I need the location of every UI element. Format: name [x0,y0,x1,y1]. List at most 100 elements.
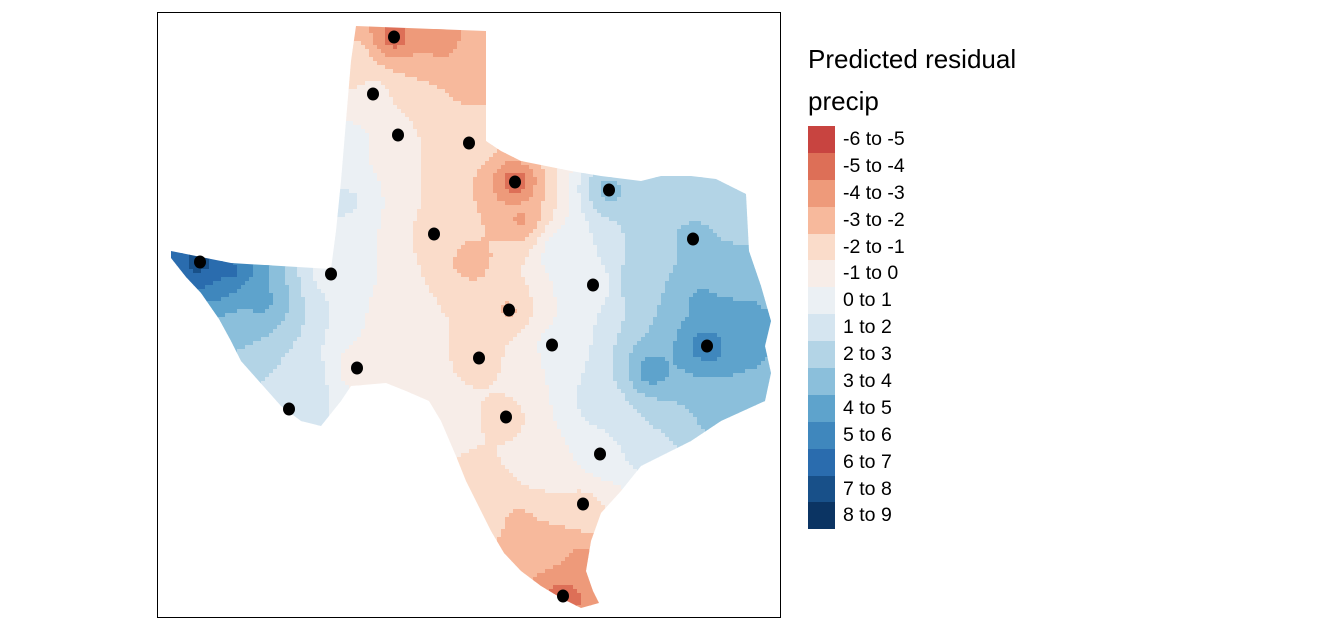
contour-cell [549,325,594,330]
station-point [388,30,400,44]
contour-cell [373,169,422,174]
contour-cell [209,189,242,194]
contour-cell [171,485,286,490]
contour-cell [757,301,771,306]
contour-cell [281,361,326,366]
contour-cell [417,133,558,138]
contour-cell [701,609,766,614]
contour-cell [641,501,694,506]
contour-cell [329,325,366,330]
contour-cell [209,265,238,270]
contour-cell [309,461,366,466]
contour-cell [305,317,330,322]
contour-cell [305,465,366,470]
contour-cell [525,177,538,182]
legend-label: -4 to -3 [843,181,905,204]
contour-cell [171,429,210,434]
contour-cell [171,337,262,342]
contour-cell [685,405,771,410]
contour-cell [557,169,574,174]
contour-cell [509,69,570,74]
contour-cell [661,293,694,298]
contour-cell [297,473,362,478]
contour-cell [317,445,370,450]
contour-cell [653,597,698,602]
contour-cell [525,417,554,422]
contour-cell [453,49,514,54]
contour-cell [257,509,346,514]
contour-cell [171,605,290,608]
contour-cell [321,353,342,358]
contour-cell [373,429,482,434]
legend-swatch [808,448,835,476]
contour-cell [581,465,634,470]
legend-label: 2 to 3 [843,343,892,366]
contour-cell [213,145,258,150]
contour-cell [641,105,738,110]
contour-cell [449,333,518,338]
contour-cell [641,373,670,378]
contour-cell [301,73,406,78]
contour-cell [589,353,614,358]
contour-cell [171,145,214,150]
contour-cell [237,129,366,134]
contour-cell [685,453,771,458]
contour-cell [453,97,494,102]
contour-cell [541,333,594,338]
contour-cell [645,585,690,590]
contour-cell [273,113,406,118]
contour-cell [453,257,490,262]
contour-cell [777,493,782,498]
contour-cell [581,413,642,418]
contour-cell [557,185,570,190]
contour-cell [221,217,246,222]
contour-cell [657,141,771,146]
contour-cell [171,277,222,282]
contour-cell [405,113,558,118]
contour-cell [733,241,771,246]
contour-cell [557,425,598,430]
contour-cell [405,73,510,78]
contour-cell [569,65,622,70]
contour-cell [749,533,771,538]
contour-cell [481,401,518,406]
contour-cell [333,533,414,538]
contour-cell [221,117,282,122]
contour-cell [171,313,226,318]
contour-cell [297,249,322,254]
contour-cell [205,229,238,234]
contour-cell [373,57,514,62]
contour-cell [457,41,514,46]
contour-cell [613,81,666,86]
contour-cell [581,181,590,186]
contour-cell [197,45,274,50]
contour-cell [161,21,178,26]
contour-cell [689,457,771,462]
contour-cell [777,325,782,330]
station-point [546,338,558,352]
contour-cell [265,249,282,254]
contour-cell [645,581,686,586]
contour-cell [577,49,630,54]
contour-cell [525,277,550,282]
contour-cell [171,385,258,390]
contour-cell [221,357,282,362]
contour-cell [677,229,714,234]
contour-cell [171,325,198,330]
contour-cell [257,101,394,106]
contour-cell [325,381,346,386]
contour-cell [605,577,642,582]
contour-cell [733,297,771,302]
contour-cell [769,309,771,314]
contour-cell [569,185,578,190]
contour-cell [381,609,462,614]
contour-cell [293,125,326,130]
contour-cell [701,425,771,430]
contour-cell [171,369,198,374]
contour-cell [305,581,394,586]
contour-cell [237,265,254,270]
contour-cell [749,593,771,598]
contour-cell [509,341,538,346]
contour-cell [569,177,582,182]
contour-cell [377,269,422,274]
